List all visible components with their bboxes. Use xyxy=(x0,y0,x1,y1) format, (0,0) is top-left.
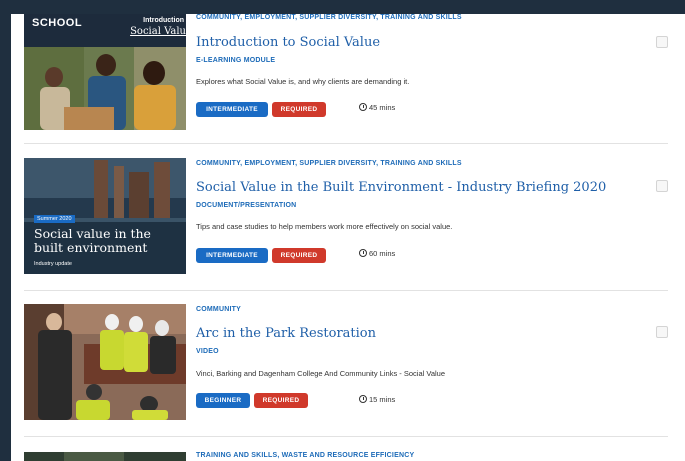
thumbnail-subheading: Social Valu xyxy=(130,26,186,37)
level-badge: BEGINNER xyxy=(196,393,250,408)
select-checkbox[interactable] xyxy=(656,180,668,192)
duration-value: 45 mins xyxy=(369,103,396,112)
clock-icon xyxy=(359,395,367,403)
select-checkbox[interactable] xyxy=(656,36,668,48)
duration-value: 15 mins xyxy=(369,395,396,404)
resource-title-link[interactable]: Arc in the Park Restoration xyxy=(196,326,376,341)
divider xyxy=(24,143,668,144)
resource-description: Vinci, Barking and Dagenham College And … xyxy=(196,369,446,378)
thumbnail-subheading: built environment xyxy=(34,240,148,255)
select-checkbox[interactable] xyxy=(656,326,668,338)
thumbnail-image[interactable]: Summer 2020 Social value in the built en… xyxy=(24,158,186,274)
clock-icon xyxy=(359,249,367,257)
thumbnail-image[interactable] xyxy=(24,304,186,420)
level-badge: INTERMEDIATE xyxy=(196,248,268,263)
duration: 60 mins xyxy=(359,249,395,258)
thumbnail-heading: Introduction xyxy=(143,17,184,24)
list-item: TRAINING AND SKILLS, WASTE AND RESOURCE … xyxy=(11,450,685,461)
duration-value: 60 mins xyxy=(369,249,396,258)
divider xyxy=(24,290,668,291)
required-badge: REQUIRED xyxy=(272,102,326,117)
thumbnail-image[interactable]: SCHOOL Introduction Social Valu xyxy=(24,14,186,130)
resource-description: Explores what Social Value is, and why c… xyxy=(196,77,410,86)
required-badge: REQUIRED xyxy=(254,393,308,408)
thumbnail-photo-graphic xyxy=(24,452,186,461)
resource-type: VIDEO xyxy=(196,348,219,355)
topic-tags: TRAINING AND SKILLS, WASTE AND RESOURCE … xyxy=(196,452,415,459)
thumbnail-photo-graphic xyxy=(24,304,186,420)
thumbnail-brand: SCHOOL xyxy=(32,17,83,29)
resource-title-link[interactable]: Introduction to Social Value xyxy=(196,35,380,50)
resource-list-panel: SCHOOL Introduction Social Valu COMMUNIT… xyxy=(11,14,685,461)
topic-tags: COMMUNITY xyxy=(196,306,241,313)
resource-description: Tips and case studies to help members wo… xyxy=(196,222,453,231)
resource-type: DOCUMENT/PRESENTATION xyxy=(196,202,297,209)
level-badge: INTERMEDIATE xyxy=(196,102,268,117)
topic-tags: COMMUNITY, EMPLOYMENT, SUPPLIER DIVERSIT… xyxy=(196,160,462,167)
topic-tags: COMMUNITY, EMPLOYMENT, SUPPLIER DIVERSIT… xyxy=(196,14,462,21)
thumbnail-image[interactable] xyxy=(24,450,186,461)
duration: 45 mins xyxy=(359,103,395,112)
clock-icon xyxy=(359,103,367,111)
resource-type: E-LEARNING MODULE xyxy=(196,57,276,64)
divider xyxy=(24,436,668,437)
list-item: COMMUNITY Arc in the Park Restoration VI… xyxy=(11,304,685,434)
duration: 15 mins xyxy=(359,395,395,404)
thumbnail-heading: Social value in the xyxy=(34,226,151,241)
thumbnail-tag: Summer 2020 xyxy=(34,215,75,223)
required-badge: REQUIRED xyxy=(272,248,326,263)
resource-title-link[interactable]: Social Value in the Built Environment - … xyxy=(196,180,606,195)
thumbnail-caption: Industry update xyxy=(34,261,72,267)
list-item: SCHOOL Introduction Social Valu COMMUNIT… xyxy=(11,14,685,144)
list-item: Summer 2020 Social value in the built en… xyxy=(11,158,685,288)
